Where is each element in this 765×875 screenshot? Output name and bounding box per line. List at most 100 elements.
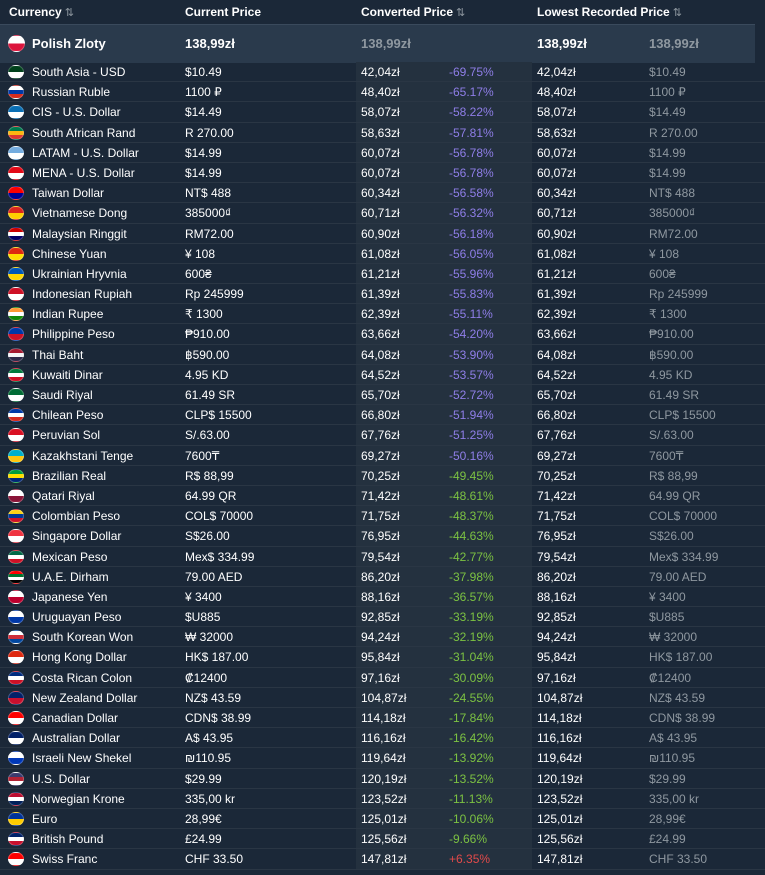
table-row: Taiwan Dollar NT$ 488 60,34zł -56.58% 60,34z… (0, 183, 765, 204)
currency-name: Japanese Yen (32, 589, 108, 604)
current-price: COL$ 70000 (185, 509, 254, 524)
lowest-price: 92,85zł (537, 610, 576, 625)
lowest-price: 67,76zł (537, 428, 576, 443)
lowest-original-price: 64.99 QR (649, 488, 701, 503)
current-price: ₱910.00 (185, 327, 230, 342)
table-row: South Korean Won ₩ 32000 94,24zł -32.19% 94,… (0, 627, 765, 648)
converted-price: 61,08zł (361, 246, 400, 261)
percent-difference: -56.58% (449, 186, 494, 201)
flag-icon (8, 125, 24, 140)
currency-name: Mexican Peso (32, 549, 108, 564)
converted-price: 61,21zł (361, 266, 400, 281)
base-lowest-original-price: 138,99zł (649, 36, 699, 51)
lowest-recorded-column-header[interactable]: Lowest Recorded Price ⇅ (537, 5, 682, 19)
flag-icon (8, 448, 24, 463)
converted-price: 120,19zł (361, 771, 407, 786)
currency-column-header[interactable]: Currency ⇅ (9, 5, 74, 19)
current-price: 64.99 QR (185, 488, 237, 503)
flag-icon (8, 610, 24, 625)
lowest-original-price: 79.00 AED (649, 569, 707, 584)
lowest-price: 120,19zł (537, 771, 583, 786)
table-row: Australian Dollar A$ 43.95 116,16zł -16.42%… (0, 728, 765, 749)
sort-icon[interactable]: ⇅ (456, 7, 465, 19)
percent-difference: -56.05% (449, 246, 494, 261)
converted-price: 123,52zł (361, 791, 407, 806)
flag-icon (8, 771, 24, 786)
currency-name: Saudi Riyal (32, 388, 93, 402)
current-price: NZ$ 43.59 (185, 690, 242, 705)
table-row: Chinese Yuan ¥ 108 61,08zł -56.05% 61,08zł ¥ … (0, 243, 765, 264)
current-price: CDN$ 38.99 (185, 711, 252, 725)
lowest-price: 104,87zł (537, 690, 583, 705)
current-price: 28,99€ (185, 811, 222, 826)
converted-price-column-header[interactable]: Converted Price ⇅ (361, 5, 465, 19)
table-row: South African Rand R 270.00 58,63zł -57.81%… (0, 122, 765, 143)
current-price: R$ 88,99 (185, 468, 234, 483)
lowest-original-price: 385000₫ (649, 206, 696, 221)
current-price: ₹ 1300 (185, 307, 223, 322)
sort-icon[interactable]: ⇅ (65, 7, 74, 19)
flag-icon (8, 428, 24, 443)
lowest-original-price: R$ 88,99 (649, 468, 698, 483)
current-price: 385000₫ (185, 206, 232, 221)
current-price: HK$ 187.00 (185, 650, 249, 665)
percent-difference: -24.55% (449, 690, 494, 705)
lowest-price: 76,95zł (537, 529, 576, 544)
base-converted-price: 138,99zł (361, 36, 411, 51)
table-row: Brazilian Real R$ 88,99 70,25zł -49.45% 70,2… (0, 465, 765, 486)
lowest-price: 66,80zł (537, 408, 576, 423)
percent-difference: -55.96% (449, 266, 494, 281)
flag-icon (8, 509, 24, 524)
lowest-original-price: ₪110.95 (649, 751, 696, 766)
lowest-price: 123,52zł (537, 791, 583, 806)
current-price: £24.99 (185, 832, 222, 847)
price-comparison-table: Currency ⇅ Current Price Converted Price ⇅… (0, 0, 765, 875)
current-price: $14.99 (185, 165, 222, 180)
current-price: 7600₸ (185, 448, 220, 463)
lowest-price: 58,63zł (537, 125, 576, 140)
converted-price: 61,39zł (361, 287, 400, 302)
lowest-original-price: Mex$ 334.99 (649, 549, 719, 564)
sort-icon[interactable]: ⇅ (673, 7, 682, 19)
converted-price: 88,16zł (361, 589, 400, 604)
table-row: Hong Kong Dollar HK$ 187.00 95,84zł -31.04%… (0, 647, 765, 668)
current-price: 4.95 KD (185, 367, 229, 382)
currency-header-label: Currency (9, 5, 62, 19)
flag-icon (8, 670, 24, 685)
currency-name: Israeli New Shekel (32, 751, 132, 766)
percent-difference: -65.17% (449, 85, 494, 100)
percent-difference: -13.92% (449, 751, 494, 766)
currency-name: Kazakhstani Tenge (32, 448, 134, 463)
currency-name: Australian Dollar (32, 731, 121, 746)
lowest-price: 58,07zł (537, 105, 576, 120)
table-row: U.S. Dollar $29.99 120,19zł -13.52% 120,19zł… (0, 768, 765, 789)
table-header: Currency ⇅ Current Price Converted Price ⇅… (0, 0, 765, 24)
lowest-price: 79,54zł (537, 549, 576, 564)
converted-price: 94,24zł (361, 630, 400, 645)
currency-name: LATAM - U.S. Dollar (32, 145, 139, 160)
flag-icon (8, 711, 24, 725)
lowest-original-price: ₡12400 (649, 670, 692, 685)
base-currency-row: Polish Zloty 138,99zł 138,99zł 138,99zł … (0, 24, 755, 63)
flag-icon (8, 327, 24, 342)
current-price: R 270.00 (185, 125, 234, 140)
percent-difference: -13.52% (449, 771, 494, 786)
currency-name: Russian Ruble (32, 85, 111, 100)
lowest-original-price: NZ$ 43.59 (649, 690, 706, 705)
table-row: Uruguayan Peso $U885 92,85zł -33.19% 92,85zł… (0, 607, 765, 628)
table-row: MENA - U.S. Dollar $14.99 60,07zł -56.78% 60… (0, 162, 765, 184)
lowest-original-price: ₩ 32000 (649, 630, 698, 645)
converted-price: 63,66zł (361, 327, 400, 342)
current-price: ¥ 3400 (185, 589, 222, 604)
converted-price: 42,04zł (361, 65, 400, 79)
percent-difference: +6.35% (449, 852, 491, 867)
table-row: New Zealand Dollar NZ$ 43.59 104,87zł -24.5… (0, 687, 765, 708)
percent-difference: -48.37% (449, 509, 494, 524)
percent-difference: -53.90% (449, 347, 494, 362)
current-price: $U885 (185, 610, 221, 625)
table-row: Peruvian Sol S/.63.00 67,76zł -51.25% 67,76z… (0, 425, 765, 446)
flag-icon (8, 690, 24, 705)
converted-price: 62,39zł (361, 307, 400, 322)
lowest-price: 60,07zł (537, 165, 576, 180)
percent-difference: -58.22% (449, 105, 494, 120)
